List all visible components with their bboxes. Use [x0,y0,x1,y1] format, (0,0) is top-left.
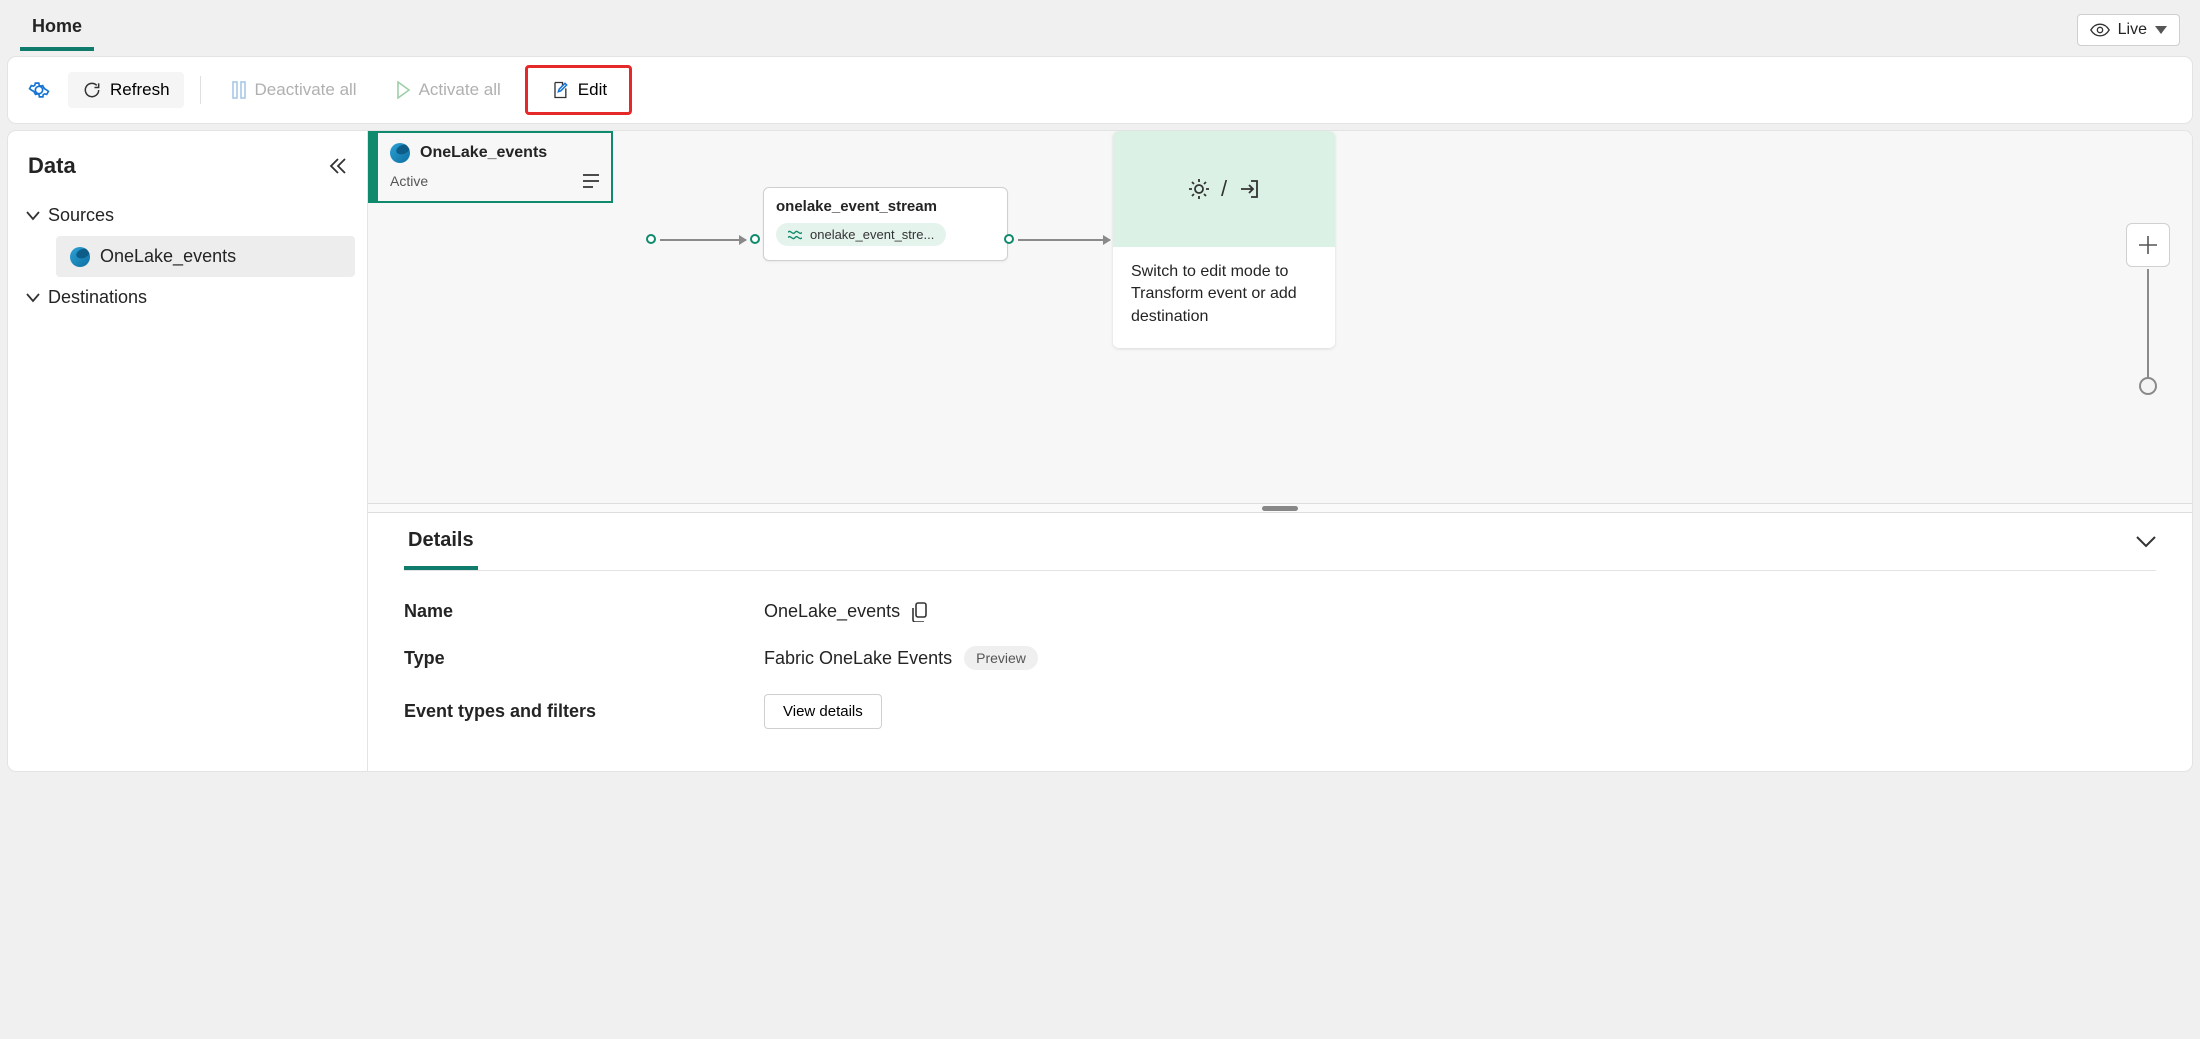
detail-type-label: Type [404,648,764,669]
edit-icon [550,80,570,100]
destinations-label: Destinations [48,287,147,308]
edit-label: Edit [578,80,607,100]
output-icon [1237,177,1261,201]
copy-icon[interactable] [912,602,930,622]
stream-pill[interactable]: onelake_event_stre... [776,223,946,246]
preview-badge: Preview [964,646,1038,670]
stream-node-title: onelake_event_stream [776,198,995,215]
sidebar-item-onelake-events[interactable]: OneLake_events [56,236,355,277]
deactivate-all-label: Deactivate all [255,80,357,100]
settings-button[interactable] [20,71,58,109]
tab-home[interactable]: Home [20,8,94,51]
destinations-section[interactable]: Destinations [20,277,355,318]
edit-button[interactable]: Edit [536,72,621,108]
detail-name-label: Name [404,601,764,622]
sidebar-item-label: OneLake_events [100,246,236,267]
refresh-label: Refresh [110,80,170,100]
canvas[interactable]: OneLake_events Active onelake_event_stre… [368,131,2192,503]
node-output-port[interactable] [646,234,656,244]
stream-node[interactable]: onelake_event_stream onelake_event_stre.… [763,187,1008,261]
grip-icon [1262,506,1298,511]
scroll-knob[interactable] [2139,377,2157,395]
onelake-icon [390,143,410,163]
sidebar-title: Data [28,153,76,179]
transform-icon [1187,177,1211,201]
onelake-icon [70,247,90,267]
node-input-port[interactable] [750,234,760,244]
source-node-title: OneLake_events [420,144,547,162]
mode-label: Live [2118,21,2147,39]
sources-label: Sources [48,205,114,226]
sidebar: Data Sources OneLake_events Destinations [8,131,368,771]
detail-name-value: OneLake_events [764,601,900,622]
details-tab[interactable]: Details [404,513,478,570]
connector [660,239,746,241]
refresh-button[interactable]: Refresh [68,72,184,108]
connector [1018,239,1110,241]
view-details-button[interactable]: View details [764,694,882,729]
deactivate-all-button[interactable]: Deactivate all [217,72,371,108]
add-node-connector [2147,269,2149,379]
edit-highlight: Edit [525,65,632,115]
toolbar: Refresh Deactivate all Activate all Edit [8,57,2192,123]
chevron-down-icon[interactable] [2136,536,2156,548]
refresh-icon [82,80,102,100]
panel-splitter[interactable] [368,503,2192,513]
source-node-status: Active [390,173,428,189]
chevron-down-icon [26,293,40,303]
hint-card: / Switch to edit mode to Transform event… [1113,131,1335,348]
add-node-button[interactable] [2126,223,2170,267]
node-output-port[interactable] [1004,234,1014,244]
slash-separator: / [1221,176,1227,202]
detail-type-value: Fabric OneLake Events [764,648,952,669]
stream-pill-label: onelake_event_stre... [810,227,934,242]
plus-icon [2139,236,2157,254]
stream-icon [788,229,802,241]
hint-text: Switch to edit mode to Transform event o… [1113,247,1335,348]
menu-icon[interactable] [583,174,599,188]
activate-all-button[interactable]: Activate all [381,72,515,108]
detail-filters-label: Event types and filters [404,701,764,722]
toolbar-separator [200,76,201,104]
play-icon [395,81,411,99]
pause-icon [231,81,247,99]
source-node[interactable]: OneLake_events Active [368,131,613,203]
chevron-down-icon [26,211,40,221]
chevron-down-icon [2155,26,2167,34]
sources-section[interactable]: Sources [20,195,355,236]
eye-icon [2090,23,2110,37]
collapse-sidebar-icon[interactable] [329,158,347,174]
details-panel: Details Name OneLake_events Type Fabri [368,513,2192,771]
mode-dropdown[interactable]: Live [2077,14,2180,46]
activate-all-label: Activate all [419,80,501,100]
gear-icon [28,79,50,101]
